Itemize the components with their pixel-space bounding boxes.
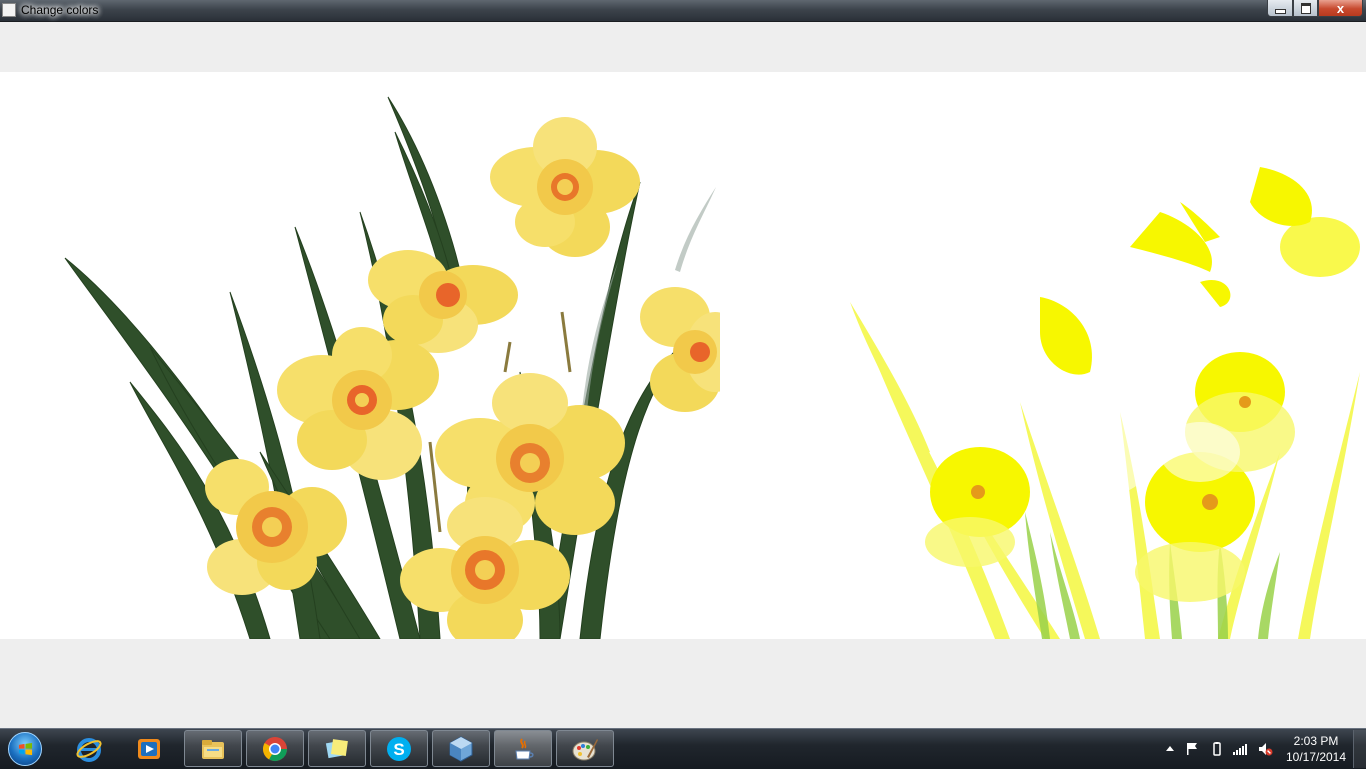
taskbar: S 2:03 PM 10/17/2014: [0, 728, 1366, 769]
java-icon: [515, 737, 534, 759]
filtered-image: [720, 72, 1366, 639]
skype-icon: S: [387, 736, 411, 761]
power-icon[interactable]: [1209, 741, 1225, 757]
java-app-icon[interactable]: [2, 3, 16, 17]
minimize-icon: [1274, 8, 1286, 14]
sticky-notes-icon: [325, 738, 348, 758]
folder-icon: [202, 739, 224, 759]
clock[interactable]: 2:03 PM 10/17/2014: [1282, 733, 1350, 765]
content-pane: [0, 22, 1366, 728]
title-bar[interactable]: Change colors x: [0, 0, 1366, 22]
minimize-button[interactable]: [1267, 0, 1293, 17]
volume-muted-icon[interactable]: [1257, 741, 1273, 757]
taskbar-java[interactable]: [494, 730, 552, 767]
taskbar-virtualbox[interactable]: [432, 730, 490, 767]
windows-logo-icon: [8, 732, 42, 766]
taskbar-sticky-notes[interactable]: [308, 730, 366, 767]
action-center-flag-icon[interactable]: [1184, 741, 1200, 757]
window-title: Change colors: [21, 3, 99, 17]
maximize-button[interactable]: [1293, 0, 1318, 17]
taskbar-chrome[interactable]: [246, 730, 304, 767]
start-button[interactable]: [3, 731, 47, 767]
original-image: [0, 72, 720, 639]
media-player-icon: [138, 738, 160, 759]
virtualbox-icon: [449, 735, 473, 762]
window-controls: x: [1267, 0, 1363, 18]
show-hidden-icons-icon[interactable]: [1162, 741, 1178, 757]
taskbar-paint[interactable]: [556, 730, 614, 767]
clock-date: 10/17/2014: [1285, 750, 1347, 764]
image-canvas: [0, 72, 1366, 639]
show-desktop-button[interactable]: [1353, 730, 1366, 768]
network-signal-icon[interactable]: [1232, 741, 1248, 757]
clock-time: 2:03 PM: [1293, 734, 1339, 748]
taskbar-windows-explorer[interactable]: [184, 730, 242, 767]
close-icon: x: [1336, 0, 1345, 16]
paint-icon: [572, 738, 598, 760]
close-button[interactable]: x: [1318, 0, 1363, 17]
chrome-icon: [262, 736, 287, 761]
taskbar-internet-explorer[interactable]: [60, 730, 118, 767]
internet-explorer-icon: [76, 737, 102, 762]
svg-text:S: S: [393, 740, 404, 759]
maximize-icon: [1300, 2, 1311, 14]
taskbar-skype[interactable]: S: [370, 730, 428, 767]
taskbar-media-player[interactable]: [120, 730, 178, 767]
